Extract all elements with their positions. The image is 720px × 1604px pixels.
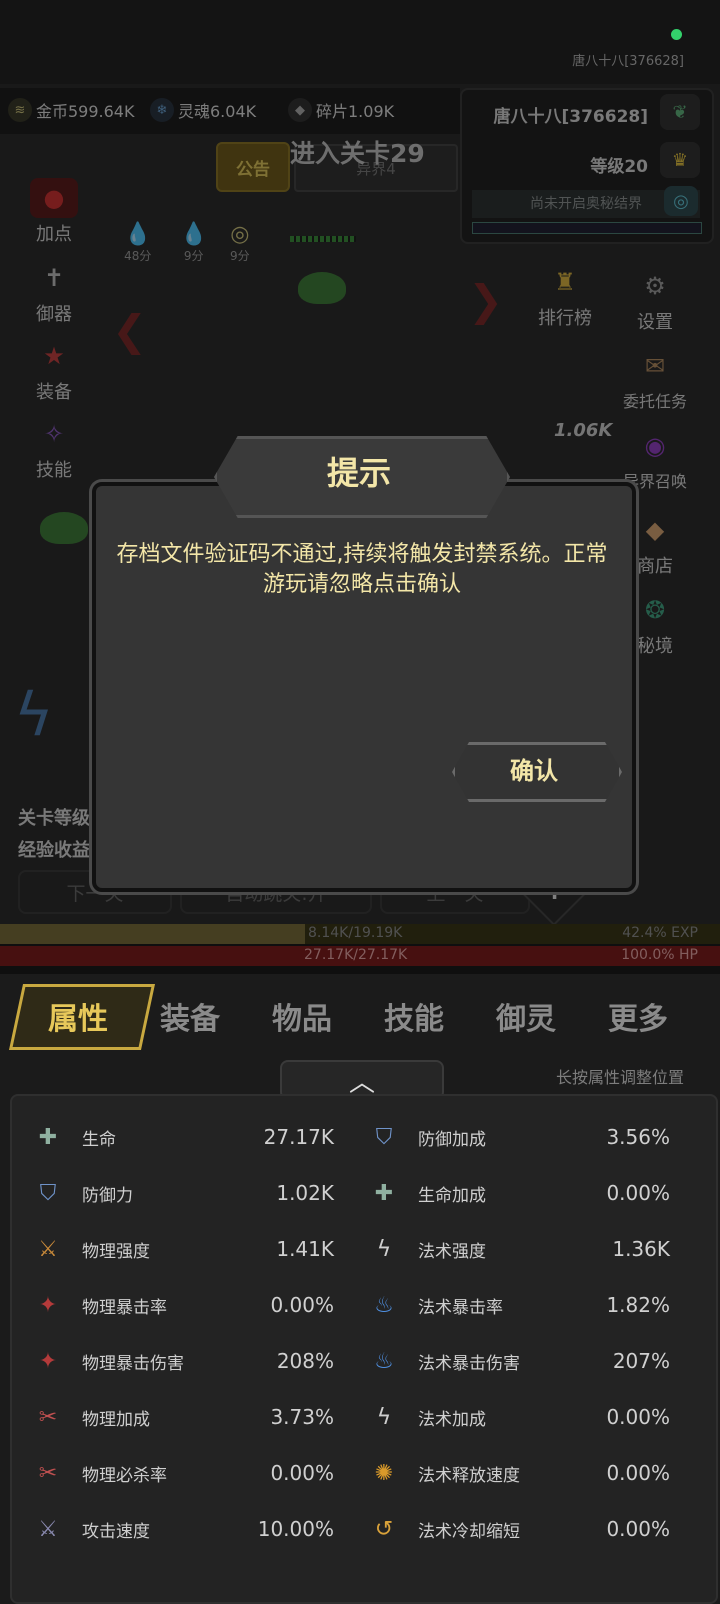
attribute-name: 法术释放速度 [418,1465,520,1486]
phys-crit-icon: ✦ [38,1292,58,1318]
status-indicator [671,29,682,40]
attribute-row[interactable]: ϟ 法术加成 0.00% [364,1391,684,1443]
attribute-value: 0.00% [606,1517,670,1541]
attribute-name: 法术强度 [418,1241,486,1262]
attribute-name: 物理暴击伤害 [82,1353,184,1374]
attribute-value: 0.00% [606,1461,670,1485]
attribute-value: 1.82% [606,1293,670,1317]
tab-items[interactable]: 物品 [252,994,352,1038]
attribute-row[interactable]: ♨ 法术暴击伤害 207% [364,1335,684,1387]
attribute-name: 攻击速度 [82,1521,150,1542]
attribute-name: 物理强度 [82,1241,150,1262]
attribute-row[interactable]: ✂ 物理必杀率 0.00% [28,1447,348,1499]
attribute-row[interactable]: ↺ 法术冷却缩短 0.00% [364,1503,684,1555]
tab-equipment[interactable]: 装备 [140,994,240,1038]
dialog-message: 存档文件验证码不通过,持续将触发封禁系统。正常游玩请忽略点击确认 [116,542,608,597]
attribute-name: 法术暴击率 [418,1297,503,1318]
attribute-row[interactable]: ✚ 生命加成 0.00% [364,1167,684,1219]
blue-flame-icon: ♨ [374,1348,394,1374]
attribute-value: 27.17K [263,1125,334,1149]
attribute-value: 10.00% [257,1517,334,1541]
attribute-row[interactable]: ♨ 法术暴击率 1.82% [364,1279,684,1331]
phys-bonus-icon: ✂ [38,1404,58,1430]
confirm-button-label[interactable]: 确认 [452,751,616,786]
status-bar [0,0,720,84]
attribute-value: 3.56% [606,1125,670,1149]
attribute-value: 208% [276,1349,334,1373]
attribute-row[interactable]: ⚔ 攻击速度 10.00% [28,1503,348,1555]
attribute-value: 207% [612,1349,670,1373]
attribute-value: 0.00% [270,1293,334,1317]
attribute-row[interactable]: ✦ 物理暴击伤害 208% [28,1335,348,1387]
hint-text: 长按属性调整位置 [555,1068,684,1087]
attribute-value: 3.73% [270,1405,334,1429]
dialog-title: 提示 [326,454,391,492]
cooldown-icon: ↺ [374,1516,394,1542]
attribute-name: 法术加成 [418,1409,486,1430]
cast-speed-icon: ✺ [374,1460,394,1486]
attribute-value: 0.00% [606,1405,670,1429]
phys-crit-dmg-icon: ✦ [38,1348,58,1374]
shield-icon: ⛉ [39,1180,57,1206]
attribute-value: 0.00% [606,1181,670,1205]
attribute-row[interactable]: ⛉ 防御加成 3.56% [364,1111,684,1163]
attribute-row[interactable]: ✂ 物理加成 3.73% [28,1391,348,1443]
blade-icon: ⚔ [38,1236,58,1262]
attribute-row[interactable]: ✺ 法术释放速度 0.00% [364,1447,684,1499]
attribute-name: 物理必杀率 [82,1465,167,1486]
lightning-icon: ϟ [376,1236,392,1262]
attribute-value: 0.00% [270,1461,334,1485]
attribute-name: 法术冷却缩短 [418,1521,520,1542]
tab-more[interactable]: 更多 [588,994,688,1038]
life-bonus-icon: ✚ [374,1180,394,1206]
tab-spirits[interactable]: 御灵 [476,994,576,1038]
attribute-value: 1.02K [276,1181,334,1205]
attribute-name: 生命加成 [418,1185,486,1206]
status-user: 唐八十八[376628] [572,54,684,69]
attack-speed-icon: ⚔ [38,1516,58,1542]
phys-kill-icon: ✂ [38,1460,58,1486]
attribute-row[interactable]: ⚔ 物理强度 1.41K [28,1223,348,1275]
chevron-up-icon: ︿ [348,1067,375,1098]
attribute-row[interactable]: ✚ 生命 27.17K [28,1111,348,1163]
attribute-name: 法术暴击伤害 [418,1353,520,1374]
attribute-row[interactable]: ⛉ 防御力 1.02K [28,1167,348,1219]
lightning-icon: ϟ [376,1404,392,1430]
attribute-row[interactable]: ϟ 法术强度 1.36K [364,1223,684,1275]
defense-bonus-icon: ⛉ [375,1124,393,1150]
attribute-value: 1.41K [276,1237,334,1261]
attribute-value: 1.36K [612,1237,670,1261]
attribute-name: 物理加成 [82,1409,150,1430]
attribute-row[interactable]: ✦ 物理暴击率 0.00% [28,1279,348,1331]
attribute-name: 生命 [82,1129,116,1150]
attribute-name: 防御力 [82,1185,133,1206]
tab-attributes[interactable]: 属性 [28,994,128,1038]
tab-skills[interactable]: 技能 [364,994,464,1038]
attribute-name: 防御加成 [418,1129,486,1150]
blue-flame-icon: ♨ [374,1292,394,1318]
attribute-name: 物理暴击率 [82,1297,167,1318]
life-icon: ✚ [38,1124,58,1150]
